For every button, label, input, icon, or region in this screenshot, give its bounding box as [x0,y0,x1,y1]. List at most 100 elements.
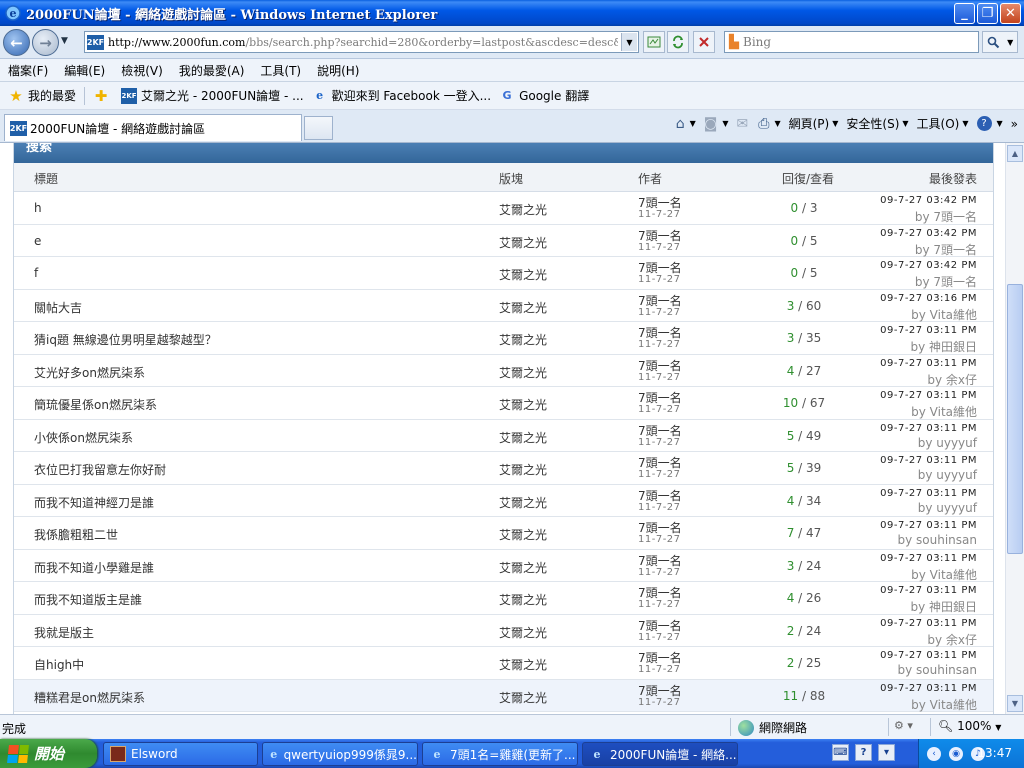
thread-title-link[interactable]: 關帖大吉 [34,299,82,316]
address-input[interactable]: 2KF http://www.2000fun.com/bbs/search.ph… [84,31,639,53]
help-tray-icon[interactable]: ? [855,744,872,761]
last-post-date-link[interactable]: 09-7-27 03:11 PM [880,650,977,661]
menu-view[interactable]: 檢視(V) [113,62,171,79]
forum-link[interactable]: 艾爾之光 [499,494,547,511]
last-post-date-link[interactable]: 09-7-27 03:11 PM [880,618,977,629]
thread-title-link[interactable]: 小俠係on燃尻柒系 [34,429,133,446]
task-ie-window-2[interactable]: e 7頭1名=雞雞(更新了... [422,742,578,766]
forum-link[interactable]: 艾爾之光 [499,331,547,348]
last-post-date-link[interactable]: 09-7-27 03:42 PM [880,260,977,271]
thread-title-link[interactable]: 而我不知道神經刀是誰 [34,494,154,511]
last-post-date-link[interactable]: 09-7-27 03:16 PM [880,293,977,304]
menu-favorites[interactable]: 我的最愛(A) [171,62,253,79]
forum-link[interactable]: 艾爾之光 [499,364,547,381]
security-zone[interactable]: 網際網路 [738,719,807,736]
forum-link[interactable]: 艾爾之光 [499,559,547,576]
thread-title-link[interactable]: h [34,201,42,215]
print-button[interactable]: ⎙ ▼ [758,116,780,132]
last-poster-link[interactable]: by Vita維他 [911,403,977,420]
tools-menu-button[interactable]: 工具(O) ▼ [917,115,969,132]
ime-options-icon[interactable]: ▾ [878,744,895,761]
favorite-link-elsword[interactable]: 2KF 艾爾之光 - 2000FUN論壇 - ... [121,87,304,104]
protected-mode-icon[interactable]: ⚙ ▾ [894,719,913,732]
last-post-date-link[interactable]: 09-7-27 03:11 PM [880,390,977,401]
more-commands-button[interactable]: » [1011,117,1018,131]
start-button[interactable]: 開始 [0,739,97,768]
forum-link[interactable]: 艾爾之光 [499,591,547,608]
thread-title-link[interactable]: 我就是版主 [34,624,94,641]
compatibility-view-icon[interactable] [643,31,665,53]
thread-title-link[interactable]: 糟糕君是on燃尻柒系 [34,689,145,706]
menu-edit[interactable]: 編輯(E) [56,62,113,79]
task-ie-window-1[interactable]: e qwertyuiop999係晁9... [262,742,418,766]
new-tab-button[interactable] [304,116,333,140]
thread-title-link[interactable]: 猜iq題 無線邊位男明星越黎越型？ [34,331,217,348]
forum-link[interactable]: 艾爾之光 [499,234,547,251]
last-post-date-link[interactable]: 09-7-27 03:42 PM [880,228,977,239]
last-poster-link[interactable]: by 7頭一名 [915,208,977,225]
last-post-date-link[interactable]: 09-7-27 03:11 PM [880,325,977,336]
maximize-button[interactable]: ❐ [977,3,998,24]
last-post-date-link[interactable]: 09-7-27 03:11 PM [880,585,977,596]
thread-title-link[interactable]: 我係膽粗粗二世 [34,526,118,543]
forum-link[interactable]: 艾爾之光 [499,689,547,706]
last-poster-link[interactable]: by 余x仔 [927,371,977,388]
thread-title-link[interactable]: 簡琉優星係on燃尻柒系 [34,396,157,413]
last-poster-link[interactable]: by uyyyuf [918,501,977,515]
tray-expand-icon[interactable]: ‹ [927,746,941,761]
address-dropdown-icon[interactable]: ▼ [621,33,637,51]
scroll-down-icon[interactable]: ▼ [1007,695,1023,712]
favorites-center-button[interactable]: ★ 我的最愛 [8,87,76,105]
keyboard-icon[interactable]: ⌨ [832,744,849,761]
last-post-date-link[interactable]: 09-7-27 03:11 PM [880,423,977,434]
thread-title-link[interactable]: 而我不知道版主是誰 [34,591,142,608]
search-input[interactable]: ▙ Bing [724,31,979,53]
add-favorite-button[interactable]: ✚ [93,87,113,105]
forum-link[interactable]: 艾爾之光 [499,299,547,316]
feeds-button[interactable]: ◙ ▼ [704,116,729,132]
last-poster-link[interactable]: by souhinsan [898,663,978,677]
last-post-date-link[interactable]: 09-7-27 03:11 PM [880,488,977,499]
menu-tools[interactable]: 工具(T) [252,62,309,79]
forum-link[interactable]: 艾爾之光 [499,429,547,446]
last-poster-link[interactable]: by 7頭一名 [915,241,977,258]
thread-title-link[interactable]: 自high中 [34,656,84,673]
last-post-date-link[interactable]: 09-7-27 03:11 PM [880,520,977,531]
forum-link[interactable]: 艾爾之光 [499,461,547,478]
favorite-link-facebook[interactable]: e 歡迎來到 Facebook 一登入... [312,87,491,104]
scroll-up-icon[interactable]: ▲ [1007,145,1023,162]
last-post-date-link[interactable]: 09-7-27 03:11 PM [880,683,977,694]
thread-title-link[interactable]: 衣位巴打我留意左你好耐 [34,461,166,478]
last-poster-link[interactable]: by 神田銀日 [910,338,977,355]
task-elsword[interactable]: Elsword [103,742,258,766]
forum-link[interactable]: 艾爾之光 [499,396,547,413]
thread-title-link[interactable]: 而我不知道小學雞是誰 [34,559,154,576]
task-ie-window-3[interactable]: e 2000FUN論壇 - 網絡... [582,742,738,766]
last-poster-link[interactable]: by 余x仔 [927,631,977,648]
search-options-dropdown-icon[interactable]: ▼ [1007,38,1013,47]
last-post-date-link[interactable]: 09-7-27 03:11 PM [880,358,977,369]
url-text[interactable]: http://www.2000fun.com/bbs/search.php?se… [108,36,618,49]
vertical-scrollbar[interactable]: ▲ ▼ [1005,143,1024,714]
last-poster-link[interactable]: by Vita維他 [911,696,977,713]
forum-link[interactable]: 艾爾之光 [499,526,547,543]
scroll-thumb[interactable] [1007,284,1023,554]
search-button[interactable]: ▼ [982,31,1018,53]
read-mail-button[interactable]: ✉ [737,116,751,132]
menu-file[interactable]: 檔案(F) [0,62,56,79]
last-post-date-link[interactable]: 09-7-27 03:11 PM [880,455,977,466]
close-button[interactable]: ✕ [1000,3,1021,24]
help-button[interactable]: ? ▼ [976,116,1003,131]
safety-menu-button[interactable]: 安全性(S) ▼ [846,115,908,132]
refresh-icon[interactable] [667,31,689,53]
thread-title-link[interactable]: e [34,234,41,248]
page-menu-button[interactable]: 網頁(P) ▼ [789,115,839,132]
favorite-link-google-translate[interactable]: G Google 翻譯 [499,87,590,104]
last-poster-link[interactable]: by Vita維他 [911,566,977,583]
thread-title-link[interactable]: 艾光好多on燃尻柒系 [34,364,145,381]
forward-button[interactable]: → [32,29,59,56]
recent-pages-dropdown-icon[interactable]: ▼ [61,36,68,46]
back-button[interactable]: ← [3,29,30,56]
forum-link[interactable]: 艾爾之光 [499,201,547,218]
last-poster-link[interactable]: by uyyyuf [918,436,977,450]
